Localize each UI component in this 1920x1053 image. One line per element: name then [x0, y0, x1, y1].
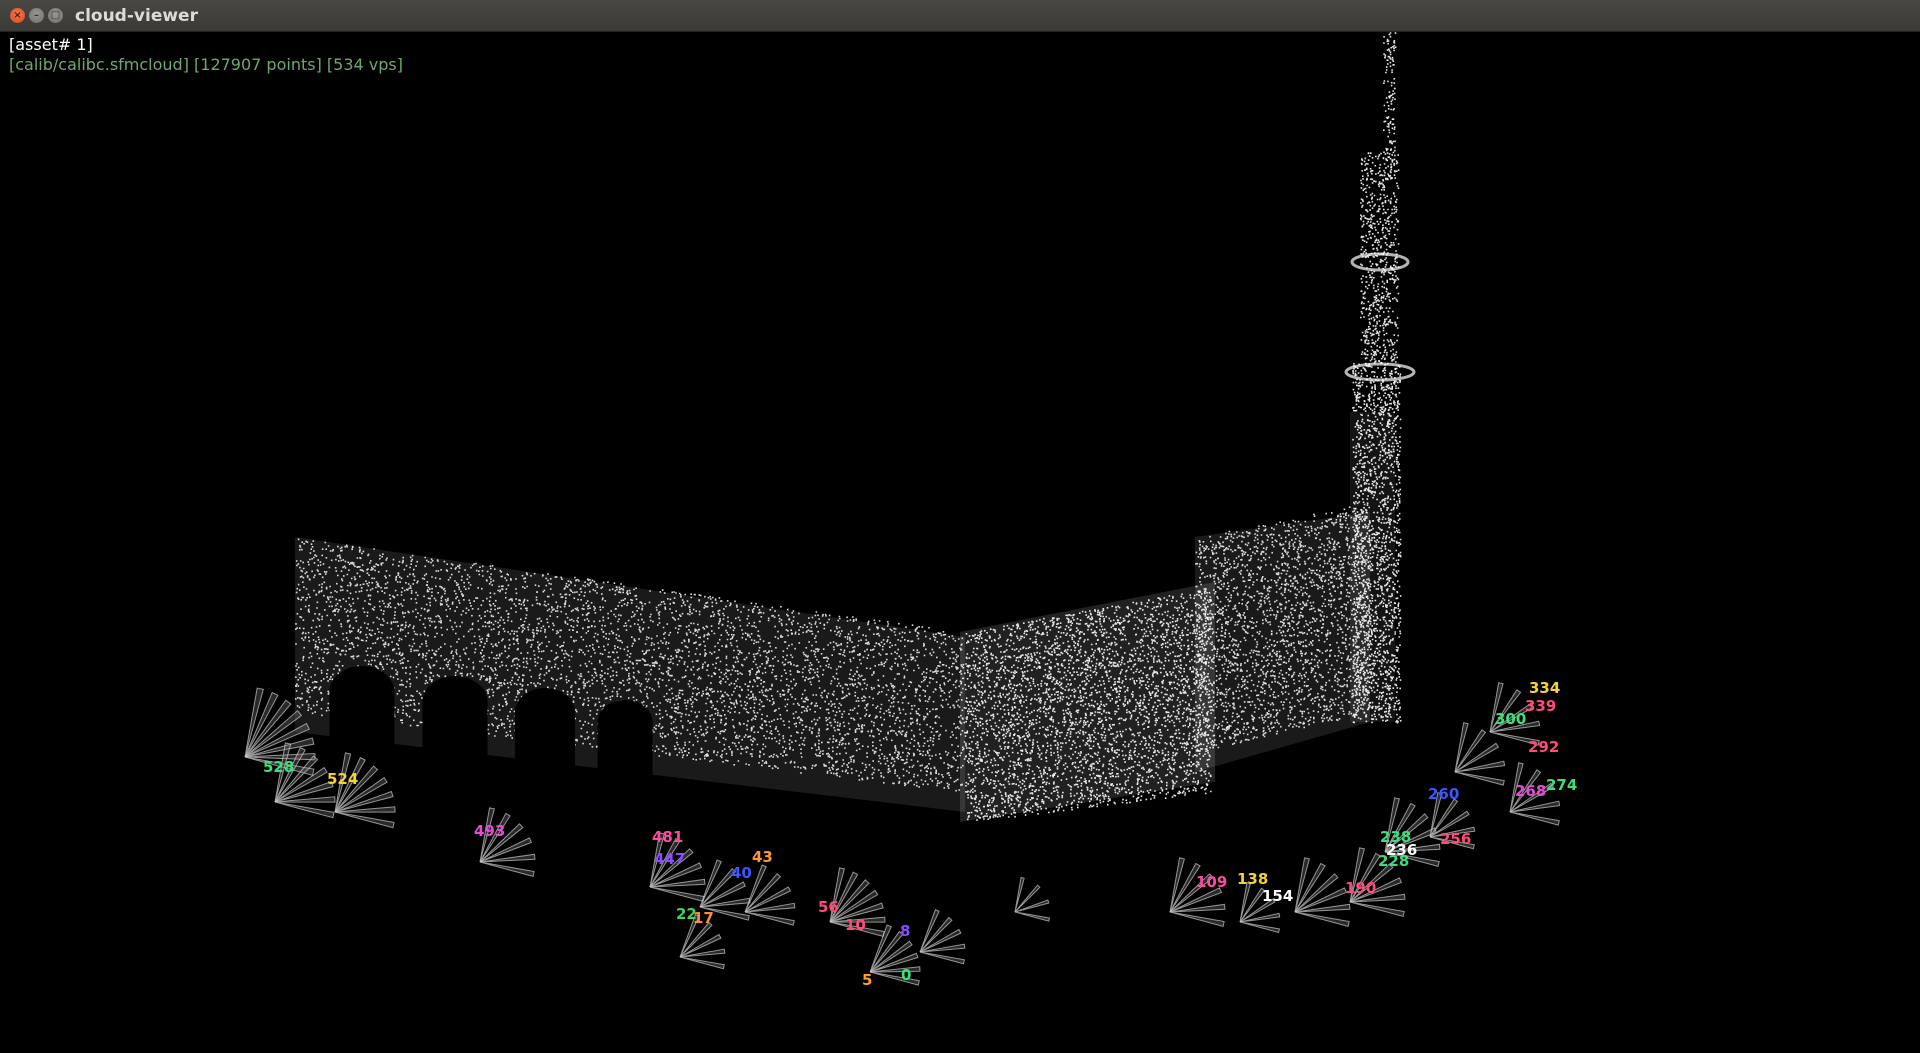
window-title: cloud-viewer [75, 6, 198, 26]
window-titlebar: × – □ cloud-viewer [0, 0, 1920, 32]
viewpoint-label: 268 [1515, 782, 1546, 800]
viewpoint-label: 300 [1495, 710, 1526, 728]
viewpoint-label: 236 [1386, 841, 1417, 859]
viewpoint-label: 190 [1345, 879, 1376, 897]
viewpoint-label: 260 [1428, 785, 1459, 803]
viewpoint-label: 109 [1196, 873, 1227, 891]
viewpoint-label: 292 [1528, 738, 1559, 756]
viewpoint-label: 493 [474, 822, 505, 840]
maximize-icon[interactable]: □ [48, 8, 63, 23]
minimize-icon[interactable]: – [29, 8, 44, 23]
close-icon[interactable]: × [10, 8, 25, 23]
viewpoint-label: 0 [901, 966, 911, 984]
viewpoint-label: 256 [1440, 830, 1471, 848]
viewpoint-label: 56 [818, 898, 839, 916]
point-cloud [295, 32, 1416, 822]
viewpoint-label: 524 [327, 770, 358, 788]
viewpoint-label: 447 [654, 850, 685, 868]
viewpoint-label: 43 [752, 848, 773, 866]
point-cloud-render[interactable]: 528524493 481447 4340221756105 08109 138154 1… [0, 32, 1920, 1053]
viewpoint-label: 481 [652, 828, 683, 846]
asset-label: [asset# 1] [9, 35, 93, 54]
viewpoint-label: 8 [900, 922, 910, 940]
viewpoint-label: 528 [263, 758, 294, 776]
viewpoint-label: 334 [1529, 679, 1560, 697]
viewpoint-label: 274 [1546, 776, 1577, 794]
viewpoint-label: 10 [845, 916, 866, 934]
viewpoint-label: 138 [1237, 870, 1268, 888]
viewpoint-label: 339 [1525, 697, 1556, 715]
viewpoint-label: 154 [1262, 887, 1293, 905]
viewpoint-label: 5 [862, 971, 872, 989]
cloud-info-label: [calib/calibc.sfmcloud] [127907 points] … [9, 55, 403, 74]
viewpoint-label: 17 [693, 909, 714, 927]
viewpoint-label: 40 [731, 864, 752, 882]
